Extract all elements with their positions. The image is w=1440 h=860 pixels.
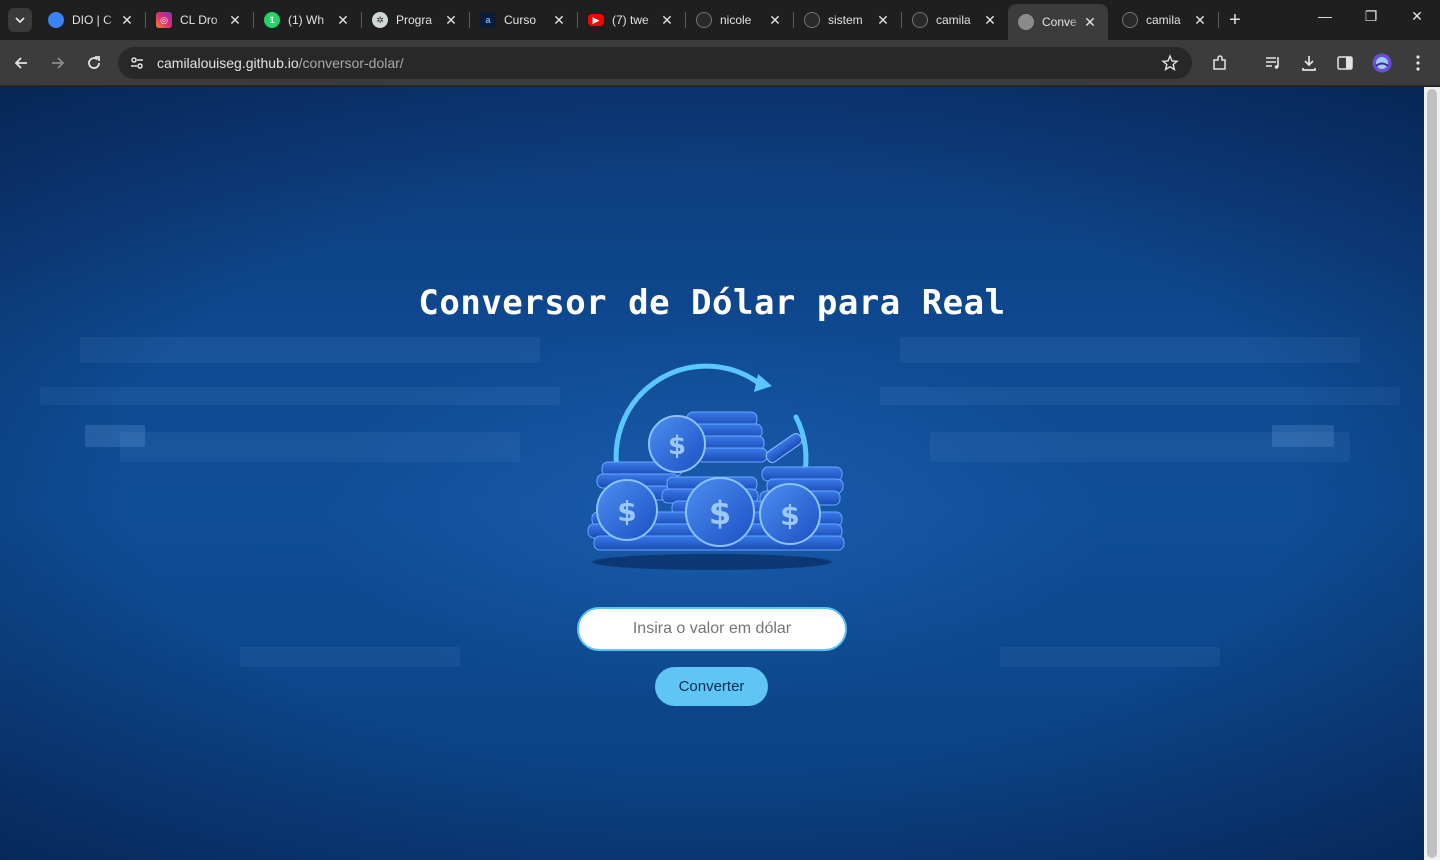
close-tab-icon[interactable]: ✕ — [982, 12, 998, 29]
tab-whatsapp[interactable]: 1 (1) Wh ✕ — [254, 6, 362, 34]
close-tab-icon[interactable]: ✕ — [227, 12, 243, 29]
media-controls-icon[interactable] — [1262, 52, 1284, 74]
address-bar[interactable]: camilalouiseg.github.io/conversor-dolar/ — [118, 47, 1192, 79]
convert-button[interactable]: Converter — [655, 667, 768, 706]
tab-dio[interactable]: DIO | C ✕ — [38, 6, 146, 34]
extensions-icon[interactable] — [1209, 52, 1231, 74]
tab-title: camila — [1146, 13, 1181, 27]
github-icon — [1122, 12, 1138, 28]
site-info-icon[interactable] — [126, 52, 148, 74]
tab-title: (1) Wh — [288, 13, 324, 27]
tab-chatgpt[interactable]: ✲ Progra ✕ — [362, 6, 470, 34]
youtube-icon: ▶ — [588, 14, 604, 26]
tab-title: Curso — [504, 13, 537, 27]
dollar-sign-icon: $ — [709, 494, 731, 532]
close-tab-icon[interactable]: ✕ — [335, 12, 351, 29]
tab-alura[interactable]: a Curso ✕ — [470, 6, 578, 34]
reload-icon — [88, 56, 100, 69]
dollar-sign-icon: $ — [617, 495, 636, 528]
tab-title: DIO | C — [72, 13, 112, 27]
chevron-down-icon — [15, 17, 25, 24]
url-path: /conversor-dolar/ — [298, 55, 404, 71]
close-window-button[interactable]: ✕ — [1394, 8, 1440, 25]
kebab-menu-icon[interactable] — [1407, 52, 1429, 74]
chatgpt-icon: ✲ — [372, 12, 388, 28]
tab-conversor-active[interactable]: Conve ✕ — [1008, 4, 1108, 40]
tab-title: CL Dro — [180, 13, 218, 27]
close-tab-icon[interactable]: ✕ — [551, 12, 567, 29]
browser-toolbar: camilalouiseg.github.io/conversor-dolar/ — [0, 40, 1440, 86]
page-title: Conversor de Dólar para Real — [418, 283, 1006, 323]
tab-title: Conve — [1042, 15, 1077, 29]
close-tab-icon[interactable]: ✕ — [875, 12, 891, 29]
arrow-right-icon — [52, 57, 65, 69]
globe-icon — [1018, 14, 1034, 30]
close-tab-icon[interactable]: ✕ — [659, 12, 675, 29]
tab-youtube[interactable]: ▶ (7) twe ✕ — [578, 6, 686, 34]
url-text[interactable]: camilalouiseg.github.io/conversor-dolar/ — [157, 55, 404, 71]
bookmark-star-icon[interactable] — [1159, 52, 1181, 74]
forward-button[interactable] — [47, 52, 69, 74]
url-host: camilalouiseg.github.io — [157, 55, 299, 71]
side-panel-icon[interactable] — [1334, 52, 1356, 74]
tab-title: sistem — [828, 13, 863, 27]
dollar-sign-icon: $ — [780, 499, 799, 532]
dollar-sign-icon: $ — [668, 431, 686, 461]
tab-instagram[interactable]: ◎ CL Dro ✕ — [146, 6, 254, 34]
tab-github-3[interactable]: camila ✕ — [902, 6, 1008, 34]
alura-icon: a — [480, 12, 496, 28]
page-viewport: Conversor de Dólar para Real $ $ $ $ Ins… — [0, 87, 1424, 860]
close-tab-icon[interactable]: ✕ — [767, 12, 783, 29]
github-icon — [696, 12, 712, 28]
coins-exchange-illustration: $ $ $ $ — [587, 363, 845, 570]
github-icon — [912, 12, 928, 28]
instagram-icon: ◎ — [156, 12, 172, 28]
tab-title: camila — [936, 13, 971, 27]
dio-icon — [48, 12, 64, 28]
reload-button[interactable] — [83, 52, 105, 74]
profile-avatar[interactable] — [1371, 52, 1393, 74]
minimize-button[interactable]: — — [1302, 8, 1348, 24]
close-tab-icon[interactable]: ✕ — [1082, 14, 1098, 31]
tab-github-2[interactable]: sistem ✕ — [794, 6, 902, 34]
page-scrollbar[interactable] — [1424, 87, 1440, 860]
tab-github-1[interactable]: nicole ✕ — [686, 6, 794, 34]
tab-strip: DIO | C ✕ ◎ CL Dro ✕ 1 (1) Wh ✕ ✲ Progra… — [0, 0, 1440, 40]
tab-search-button[interactable] — [8, 8, 32, 32]
dollar-amount-input[interactable] — [577, 607, 847, 651]
tab-github-4[interactable]: camila ✕ — [1112, 6, 1219, 34]
restore-button[interactable]: ❐ — [1348, 8, 1394, 25]
new-tab-button[interactable]: + — [1225, 9, 1245, 31]
whatsapp-icon: 1 — [264, 12, 280, 28]
close-tab-icon[interactable]: ✕ — [443, 12, 459, 29]
tab-title: (7) twe — [612, 13, 649, 27]
back-button[interactable] — [10, 52, 32, 74]
scrollbar-thumb[interactable] — [1427, 89, 1437, 858]
close-tab-icon[interactable]: ✕ — [1192, 12, 1208, 29]
download-icon[interactable] — [1298, 52, 1320, 74]
tab-title: nicole — [720, 13, 752, 27]
close-tab-icon[interactable]: ✕ — [119, 12, 135, 29]
github-icon — [804, 12, 820, 28]
tab-title: Progra — [396, 13, 433, 27]
arrow-left-icon — [14, 57, 27, 69]
